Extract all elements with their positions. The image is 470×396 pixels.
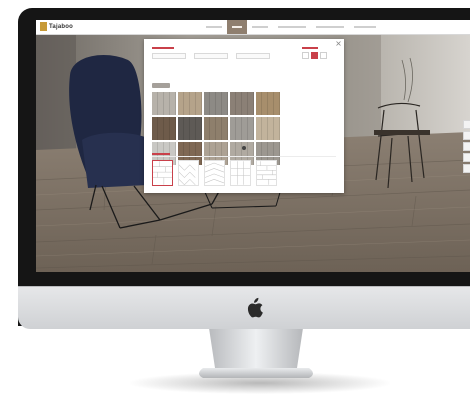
floor-swatch-charcoal[interactable] — [178, 117, 202, 140]
pager-indicator[interactable] — [242, 146, 246, 150]
filter-chip[interactable] — [152, 83, 170, 88]
nav-item-1[interactable] — [201, 20, 227, 34]
view-grid-button[interactable] — [311, 52, 318, 59]
apple-logo-icon — [247, 297, 263, 318]
nav-item-4[interactable] — [273, 20, 311, 34]
pattern-herringbone[interactable] — [178, 160, 199, 186]
pattern-herringbone-icon — [179, 164, 196, 185]
finish-select[interactable] — [236, 53, 270, 59]
floor-swatch-driftwood[interactable] — [203, 116, 229, 141]
side-tool-4[interactable] — [463, 153, 470, 162]
color-select[interactable] — [194, 53, 228, 59]
site-header: Tajaboo — [36, 20, 470, 35]
floor-swatch-light-oak[interactable] — [256, 117, 280, 140]
pattern-tile[interactable] — [230, 160, 251, 186]
close-icon[interactable] — [336, 41, 341, 46]
nav-item-5[interactable] — [311, 20, 349, 34]
view-zoom-button[interactable] — [320, 52, 327, 59]
floor-swatch-smoked-oak[interactable] — [230, 92, 254, 115]
floor-swatch-dark-walnut[interactable] — [152, 117, 176, 140]
floor-swatch-honey-oak[interactable] — [256, 92, 280, 115]
floor-swatch-stone-grey[interactable] — [230, 117, 254, 140]
laying-pattern-row — [152, 160, 336, 188]
view-list-button[interactable] — [302, 52, 309, 59]
pattern-stagger-icon — [257, 161, 276, 185]
collection-select[interactable] — [152, 53, 186, 59]
floor-swatch-beige-oak[interactable] — [178, 92, 202, 115]
pattern-stagger[interactable] — [256, 160, 277, 186]
pattern-plank-icon — [153, 161, 172, 185]
floor-swatch-grid — [152, 92, 336, 165]
section-divider — [152, 156, 336, 157]
imac-stand — [199, 328, 313, 378]
pattern-chevron[interactable] — [204, 160, 225, 186]
logo-text: Tajaboo — [49, 23, 73, 30]
pattern-plank[interactable] — [152, 160, 173, 186]
floor-swatch-ash-grey[interactable] — [204, 92, 228, 115]
filter-label — [152, 47, 174, 49]
pattern-chevron-icon — [205, 162, 224, 184]
main-nav — [201, 20, 381, 34]
nav-item-2[interactable] — [227, 20, 247, 34]
screen: Tajaboo — [36, 20, 470, 272]
side-tool-2[interactable] — [463, 131, 470, 140]
side-toolbar — [463, 120, 470, 175]
pattern-section-label — [152, 153, 170, 155]
floor-picker-panel — [144, 39, 344, 193]
floor-swatch-grey-oak[interactable] — [152, 92, 176, 115]
view-label — [302, 47, 318, 49]
side-tool-3[interactable] — [463, 142, 470, 151]
nav-item-3[interactable] — [247, 20, 273, 34]
side-tool-5[interactable] — [463, 164, 470, 173]
logo-mark-icon — [40, 22, 47, 31]
site-logo[interactable]: Tajaboo — [40, 22, 73, 31]
side-tool-1[interactable] — [463, 120, 470, 129]
nav-item-6[interactable] — [349, 20, 381, 34]
pattern-tile-icon — [231, 161, 250, 185]
